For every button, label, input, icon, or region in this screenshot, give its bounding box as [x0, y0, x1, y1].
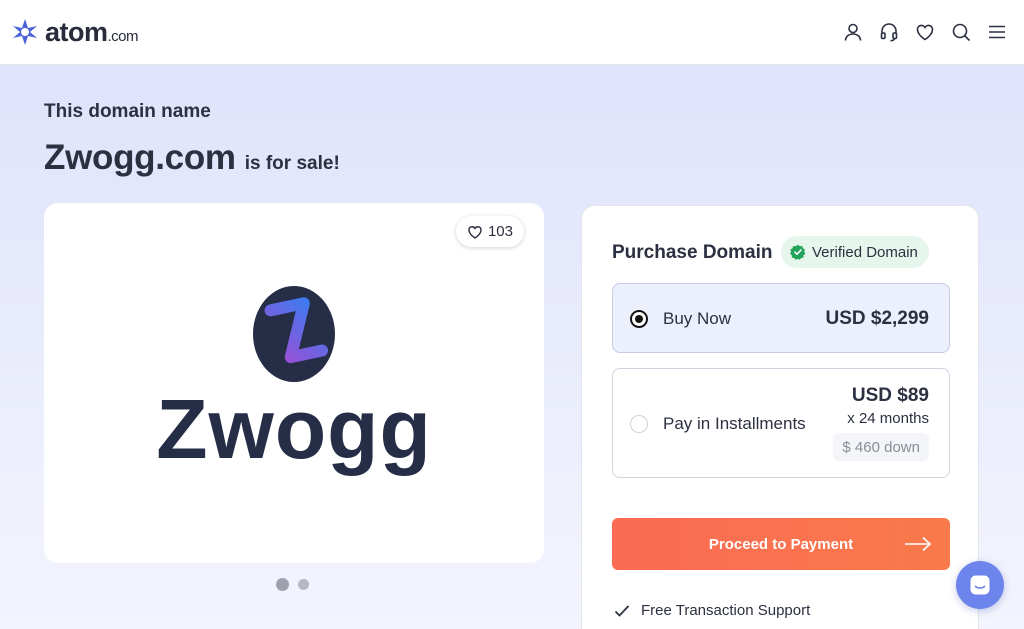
buy-now-option[interactable]: Buy Now USD $2,299 [612, 283, 950, 353]
site-header: atom.com [0, 0, 1024, 65]
atom-logo[interactable]: atom.com [11, 16, 139, 48]
chat-launcher-button[interactable] [956, 561, 1004, 609]
arrow-right-icon [905, 536, 932, 552]
logo-wordmark: atom.com [45, 16, 139, 47]
installments-price: USD $89 [851, 385, 929, 406]
installments-label: Pay in Installments [663, 414, 806, 433]
verified-check-icon [790, 244, 806, 260]
user-icon[interactable] [842, 20, 864, 44]
purchase-card: Purchase Domain Verified Domain Buy Now … [581, 205, 979, 629]
feature-label: Free Transaction Support [641, 602, 811, 619]
domain-logo-card: 103 Zwogg [44, 203, 544, 563]
buy-now-price: USD $2,299 [825, 308, 929, 329]
menu-icon[interactable] [986, 20, 1008, 44]
atom-star-icon [13, 19, 37, 45]
chat-icon [970, 575, 990, 595]
heart-icon[interactable] [914, 20, 936, 44]
buy-now-radio[interactable] [630, 310, 648, 328]
purchase-title: Purchase Domain [612, 242, 773, 263]
verified-label: Verified Domain [812, 243, 918, 261]
carousel-dots [276, 578, 309, 591]
verified-badge: Verified Domain [781, 236, 929, 268]
proceed-label: Proceed to Payment [708, 535, 854, 553]
installments-term: x 24 months [847, 410, 929, 427]
page-title: Zwogg.com is for sale! [44, 138, 340, 178]
like-count: 103 [487, 223, 513, 240]
brand-wordmark: Zwogg [156, 382, 432, 476]
zwogg-emblem-icon [253, 286, 335, 382]
search-icon[interactable] [950, 20, 972, 44]
buy-now-label: Buy Now [663, 309, 732, 328]
installments-down-payment: $ 460 down [833, 433, 929, 461]
carousel-dot-1[interactable] [276, 578, 289, 591]
eyebrow-text: This domain name [44, 101, 211, 122]
for-sale-text: is for sale! [244, 153, 340, 174]
check-icon [614, 604, 630, 617]
feature-item: Free Transaction Support [614, 602, 810, 619]
domain-name: Zwogg.com [44, 138, 236, 177]
installments-radio[interactable] [630, 415, 648, 433]
like-button[interactable]: 103 [455, 216, 524, 247]
headset-icon[interactable] [878, 20, 900, 44]
carousel-dot-2[interactable] [298, 579, 309, 590]
installments-option[interactable]: Pay in Installments USD $89 x 24 months … [612, 368, 950, 478]
heart-icon [468, 225, 482, 239]
header-actions [842, 20, 1008, 44]
proceed-to-payment-button[interactable]: Proceed to Payment [612, 518, 950, 570]
